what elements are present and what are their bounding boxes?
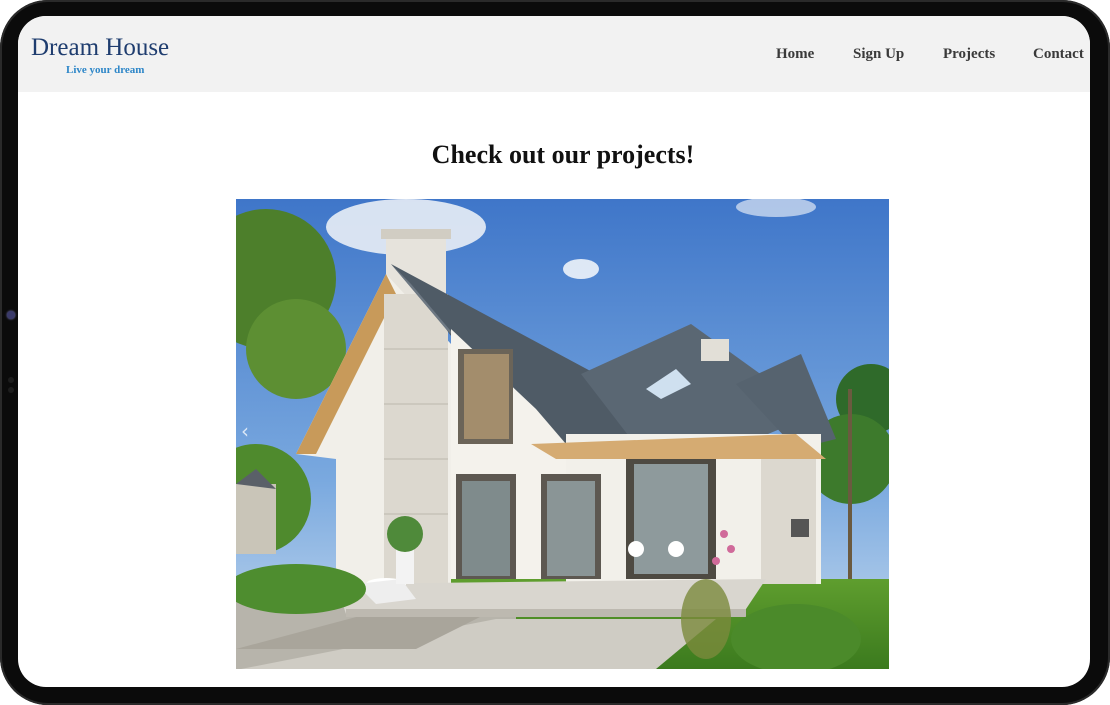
nav-contact[interactable]: Contact — [1033, 46, 1084, 63]
screen: Dream House Live your dream Home Sign Up… — [18, 16, 1090, 687]
nav-home[interactable]: Home — [776, 46, 814, 63]
sensor-dot — [8, 377, 14, 383]
carousel-prev-icon[interactable]: ‹ — [241, 419, 249, 443]
brand-tagline: Live your dream — [66, 64, 145, 76]
nav-sign-up[interactable]: Sign Up — [853, 46, 904, 63]
brand-logo[interactable]: Dream House Live your dream — [31, 34, 170, 76]
page-title: Check out our projects! — [431, 140, 695, 169]
sensor-dot — [8, 387, 14, 393]
brand-title: Dream House — [31, 34, 170, 61]
nav-projects[interactable]: Projects — [943, 46, 995, 63]
tablet-frame: Dream House Live your dream Home Sign Up… — [0, 0, 1110, 705]
house-photo — [236, 199, 889, 669]
site-header: Dream House Live your dream Home Sign Up… — [18, 16, 1090, 92]
camera-icon — [7, 311, 15, 319]
project-carousel[interactable]: ‹ — [236, 199, 889, 669]
